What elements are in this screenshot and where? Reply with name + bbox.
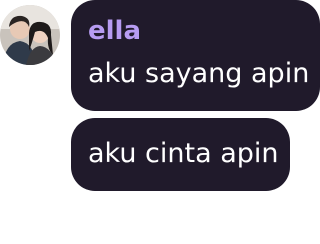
message-author-name[interactable]: ella <box>88 16 141 46</box>
message-text: aku sayang apin <box>88 58 310 89</box>
couple-photo-avatar-icon <box>0 5 60 65</box>
message-bubble[interactable]: ella aku sayang apin <box>71 0 320 111</box>
avatar[interactable] <box>0 5 60 65</box>
message-bubble[interactable]: aku cinta apin <box>71 118 290 191</box>
message-text: aku cinta apin <box>88 138 279 169</box>
